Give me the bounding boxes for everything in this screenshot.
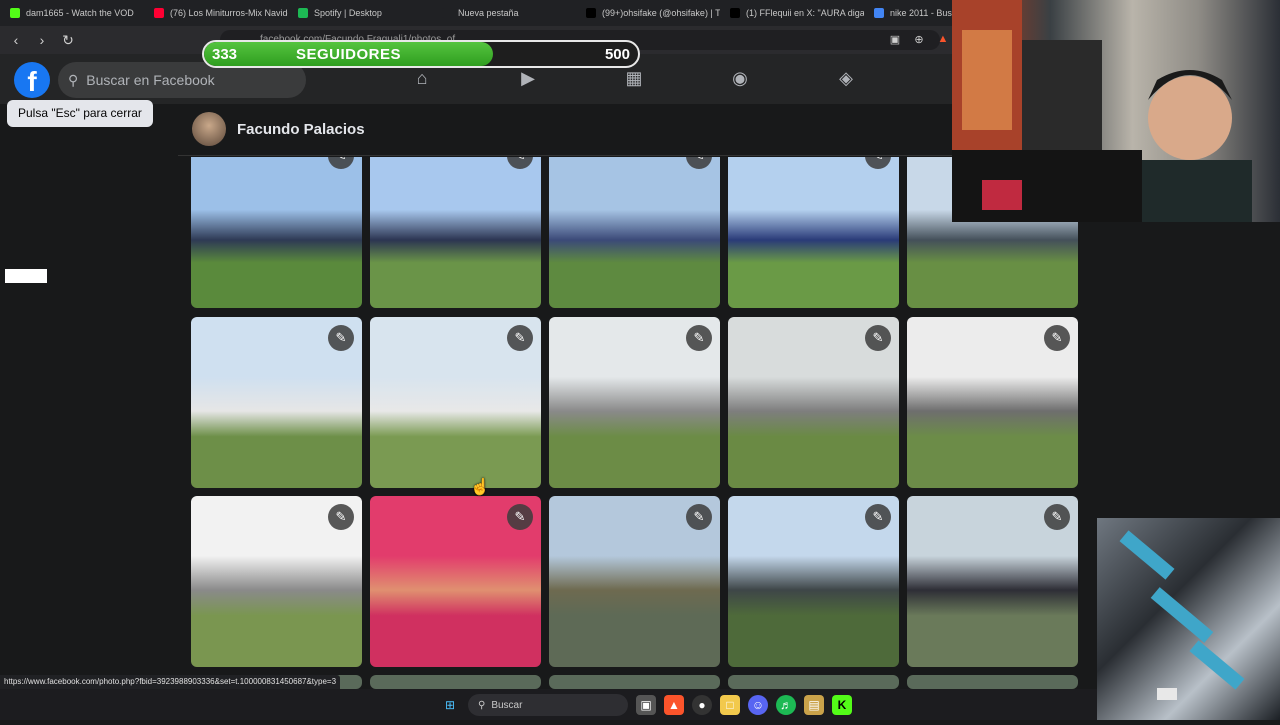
- tab-favicon-icon: [154, 8, 164, 18]
- edit-pencil-icon[interactable]: ✎: [1044, 325, 1070, 351]
- edit-pencil-icon[interactable]: ✎: [686, 504, 712, 530]
- edit-pencil-icon[interactable]: ✎: [865, 504, 891, 530]
- tab-favicon-icon: [730, 8, 740, 18]
- edit-pencil-icon[interactable]: ✎: [328, 157, 354, 169]
- photo-thumbnail[interactable]: ✎: [370, 317, 541, 488]
- tab-label: (76) Los Miniturros-Mix Navide: [170, 8, 288, 18]
- groups-icon[interactable]: ◉: [728, 66, 752, 90]
- white-block: [5, 269, 47, 283]
- edit-pencil-icon[interactable]: ✎: [507, 504, 533, 530]
- right-panel: [1078, 222, 1280, 518]
- search-icon: ⚲: [68, 71, 79, 88]
- reload-icon[interactable]: ↻: [58, 30, 78, 50]
- discord-icon[interactable]: ☺: [748, 695, 768, 715]
- browser-tab[interactable]: (76) Los Miniturros-Mix Navide: [144, 0, 288, 26]
- brave-icon[interactable]: ▲: [664, 695, 684, 715]
- follower-goal-bar: 333 SEGUIDORES 500: [202, 40, 640, 68]
- taskbar-search-label: Buscar: [491, 699, 523, 711]
- tab-label: (99+)ohsifake (@ohsifake) | Tik: [602, 8, 720, 18]
- tab-favicon-icon: [442, 8, 452, 18]
- streamer-webcam: [952, 0, 1280, 222]
- goal-label: SEGUIDORES: [296, 46, 402, 63]
- windows-start-icon[interactable]: ⊞: [440, 695, 460, 715]
- photo-thumbnail[interactable]: [907, 675, 1078, 689]
- avatar[interactable]: [192, 112, 226, 146]
- browser-tab[interactable]: Spotify | Desktop: [288, 0, 432, 26]
- taskbar-icons: ⊞ ⚲ Buscar ▣ ▲ ● □ ☺ ♬ ▤ K: [440, 694, 852, 716]
- facebook-logo[interactable]: f: [14, 62, 50, 98]
- file-icon[interactable]: ▤: [804, 695, 824, 715]
- tab-label: (1) FFlequii en X: "AURA digan: [746, 8, 864, 18]
- home-icon[interactable]: ⌂: [410, 66, 434, 90]
- edit-pencil-icon[interactable]: ✎: [1044, 504, 1070, 530]
- edit-pencil-icon[interactable]: ✎: [328, 504, 354, 530]
- tab-favicon-icon: [874, 8, 884, 18]
- kick-icon[interactable]: K: [832, 695, 852, 715]
- left-panel: [0, 156, 177, 676]
- link-status-url: https://www.facebook.com/photo.php?fbid=…: [0, 675, 341, 689]
- task-view-icon[interactable]: ▣: [636, 695, 656, 715]
- search-placeholder: Buscar en Facebook: [86, 72, 215, 88]
- photo-thumbnail[interactable]: ✎: [370, 157, 541, 308]
- browser-tab[interactable]: Nueva pestaña: [432, 0, 576, 26]
- browser-tab[interactable]: (99+)ohsifake (@ohsifake) | Tik: [576, 0, 720, 26]
- tab-label: Nueva pestaña: [458, 8, 519, 18]
- chrome-icon[interactable]: ●: [692, 695, 712, 715]
- edit-pencil-icon[interactable]: ✎: [507, 157, 533, 169]
- photo-thumbnail[interactable]: [370, 675, 541, 689]
- hand-cursor-icon: ☝: [470, 479, 490, 496]
- tab-favicon-icon: [10, 8, 20, 18]
- tab-label: Spotify | Desktop: [314, 8, 382, 18]
- facebook-nav: ⌂ ▶ ▦ ◉ ◈: [410, 66, 858, 90]
- photo-thumbnail[interactable]: ✎: [549, 157, 720, 308]
- photo-thumbnail[interactable]: ✎: [549, 496, 720, 667]
- zoom-icon[interactable]: ⊕: [912, 32, 926, 46]
- forward-icon[interactable]: ›: [32, 30, 52, 50]
- photo-thumbnail[interactable]: [728, 675, 899, 689]
- goal-target: 500: [604, 46, 630, 63]
- photo-thumbnail[interactable]: ✎: [191, 157, 362, 308]
- gaming-icon[interactable]: ◈: [834, 66, 858, 90]
- photo-thumbnail[interactable]: ✎: [728, 157, 899, 308]
- hardware-scene: [1119, 530, 1245, 700]
- webcam-scene: [952, 0, 1252, 222]
- cast-icon[interactable]: ▣: [888, 32, 902, 46]
- back-icon[interactable]: ‹: [6, 30, 26, 50]
- browser-tab[interactable]: (1) FFlequii en X: "AURA digan: [720, 0, 864, 26]
- marketplace-icon[interactable]: ▦: [622, 66, 646, 90]
- brave-shield-icon[interactable]: ▲: [936, 32, 950, 46]
- photo-thumbnail[interactable]: ✎: [191, 496, 362, 667]
- edit-pencil-icon[interactable]: ✎: [686, 325, 712, 351]
- edit-pencil-icon[interactable]: ✎: [507, 325, 533, 351]
- spotify-icon[interactable]: ♬: [776, 695, 796, 715]
- hardware-cam: [1097, 518, 1280, 720]
- edit-pencil-icon[interactable]: ✎: [865, 325, 891, 351]
- tab-favicon-icon: [298, 8, 308, 18]
- toolbar-actions: ▣ ⊕ ▲: [888, 32, 950, 46]
- photo-thumbnail[interactable]: ✎: [728, 496, 899, 667]
- profile-name[interactable]: Facundo Palacios: [237, 121, 365, 138]
- video-icon[interactable]: ▶: [516, 66, 540, 90]
- photo-thumbnail[interactable]: ✎: [191, 317, 362, 488]
- folder-icon[interactable]: □: [720, 695, 740, 715]
- tab-label: dam1665 - Watch the VOD: [26, 8, 134, 18]
- photo-thumbnail[interactable]: [549, 675, 720, 689]
- photo-thumbnail[interactable]: ✎: [728, 317, 899, 488]
- browser-tab[interactable]: dam1665 - Watch the VOD: [0, 0, 144, 26]
- photo-thumbnail[interactable]: ✎: [549, 317, 720, 488]
- esc-tooltip: Pulsa "Esc" para cerrar: [7, 100, 153, 127]
- tab-favicon-icon: [586, 8, 596, 18]
- photo-thumbnail[interactable]: ✎: [907, 496, 1078, 667]
- search-icon: ⚲: [478, 699, 486, 711]
- taskbar-search[interactable]: ⚲ Buscar: [468, 694, 628, 716]
- photo-thumbnail[interactable]: ✎: [907, 317, 1078, 488]
- photo-thumbnail[interactable]: ✎: [370, 496, 541, 667]
- edit-pencil-icon[interactable]: ✎: [686, 157, 712, 169]
- edit-pencil-icon[interactable]: ✎: [328, 325, 354, 351]
- edit-pencil-icon[interactable]: ✎: [865, 157, 891, 169]
